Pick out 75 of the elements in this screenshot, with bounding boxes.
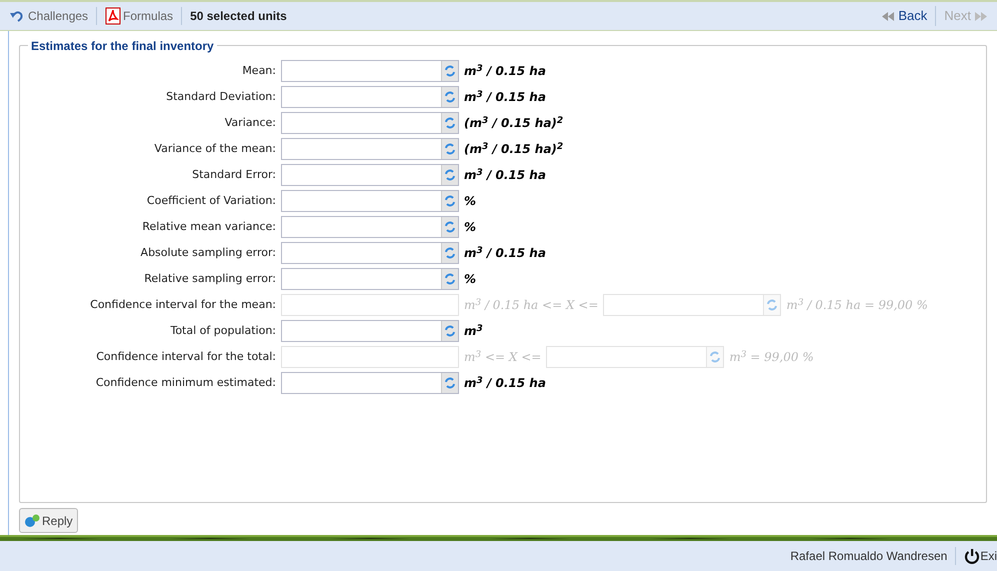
field-label: Variance of the mean: bbox=[153, 140, 276, 157]
refresh-icon bbox=[445, 169, 455, 181]
unit-label: m$^{3}$ / 0.15 ha bbox=[464, 166, 546, 184]
back-button[interactable]: Back bbox=[882, 6, 936, 26]
field-label: Absolute sampling error: bbox=[140, 244, 276, 261]
unit-label: m$^{3}$ / 0.15 ha bbox=[464, 374, 546, 392]
input-field[interactable] bbox=[281, 86, 459, 108]
unit-label: (m$^{3}$ / 0.15 ha)$^{2}$ bbox=[464, 140, 564, 158]
refresh-trigger[interactable] bbox=[441, 191, 458, 211]
refresh-icon bbox=[445, 117, 455, 129]
input-field[interactable] bbox=[281, 164, 459, 186]
unit-label: m$^{3}$ = 99,00 % bbox=[729, 348, 814, 366]
field-label: Relative mean variance: bbox=[141, 218, 276, 235]
refresh-trigger[interactable] bbox=[441, 61, 458, 81]
user-name: Rafael Romualdo Wandresen bbox=[790, 547, 956, 565]
refresh-icon bbox=[710, 351, 720, 363]
exit-button[interactable]: Exi bbox=[956, 547, 997, 565]
field-label: Confidence minimum estimated: bbox=[94, 374, 276, 391]
refresh-icon bbox=[445, 247, 455, 259]
refresh-trigger[interactable] bbox=[441, 139, 458, 159]
reply-button[interactable]: Reply bbox=[19, 508, 78, 533]
field-label: Coefficient of Variation: bbox=[146, 192, 276, 209]
refresh-icon bbox=[445, 273, 455, 285]
refresh-trigger[interactable] bbox=[441, 87, 458, 107]
unit-label: m$^{3}$ / 0.15 ha bbox=[464, 62, 546, 80]
input-field[interactable] bbox=[281, 190, 459, 212]
unit-label: m$^{3}$ / 0.15 ha = 99,00 % bbox=[786, 296, 928, 314]
unit-label: (m$^{3}$ / 0.15 ha)$^{2}$ bbox=[464, 114, 564, 132]
unit-label: % bbox=[464, 271, 476, 288]
challenges-link[interactable]: Challenges bbox=[10, 7, 98, 25]
refresh-icon bbox=[445, 377, 455, 389]
refresh-icon bbox=[445, 91, 455, 103]
refresh-icon bbox=[445, 325, 455, 337]
field-label: Mean: bbox=[241, 62, 276, 79]
power-icon bbox=[964, 548, 980, 564]
field-label: Confidence interval for the total: bbox=[95, 348, 276, 365]
unit-label: % bbox=[464, 219, 476, 236]
field-label: Total of population: bbox=[169, 322, 276, 339]
refresh-trigger[interactable] bbox=[441, 269, 458, 289]
input-field[interactable] bbox=[281, 372, 459, 394]
unit-label: m$^{3}$ bbox=[464, 322, 483, 340]
refresh-trigger[interactable] bbox=[441, 321, 458, 341]
field-label: Confidence interval for the mean: bbox=[89, 296, 276, 313]
refresh-trigger[interactable] bbox=[441, 165, 458, 185]
input-field[interactable] bbox=[281, 216, 459, 238]
unit-label: % bbox=[464, 193, 476, 210]
undo-icon bbox=[10, 10, 24, 22]
interval-label: m$^{3}$ <= X <= bbox=[464, 348, 542, 366]
refresh-icon bbox=[445, 65, 455, 77]
refresh-icon bbox=[445, 143, 455, 155]
input-field[interactable] bbox=[281, 138, 459, 160]
input-field[interactable] bbox=[281, 268, 459, 290]
refresh-icon bbox=[767, 299, 778, 311]
selection-count: 50 selected units bbox=[189, 8, 287, 25]
refresh-trigger[interactable] bbox=[441, 373, 458, 393]
interval-label: m$^{3}$ / 0.15 ha <= X <= bbox=[464, 296, 598, 314]
input-field[interactable] bbox=[281, 112, 459, 134]
input-field[interactable] bbox=[281, 320, 459, 342]
refresh-trigger[interactable] bbox=[441, 217, 458, 237]
refresh-trigger[interactable] bbox=[441, 113, 458, 133]
refresh-icon bbox=[445, 221, 455, 233]
field-label: Standard Error: bbox=[191, 166, 276, 183]
double-left-arrow-icon bbox=[882, 12, 894, 20]
field-label: Relative sampling error: bbox=[143, 270, 276, 287]
unit-label: m$^{3}$ / 0.15 ha bbox=[464, 88, 546, 106]
unit-label: m$^{3}$ / 0.15 ha bbox=[464, 244, 546, 262]
refresh-icon bbox=[445, 195, 455, 207]
input-field[interactable] bbox=[281, 242, 459, 264]
double-right-arrow-icon bbox=[975, 12, 987, 20]
field-label: Variance: bbox=[224, 114, 276, 131]
field-label: Standard Deviation: bbox=[165, 88, 276, 105]
pdf-icon bbox=[105, 7, 122, 25]
input-field[interactable] bbox=[281, 60, 459, 82]
formulas-link[interactable]: Formulas bbox=[97, 7, 182, 25]
refresh-trigger[interactable] bbox=[441, 243, 458, 263]
